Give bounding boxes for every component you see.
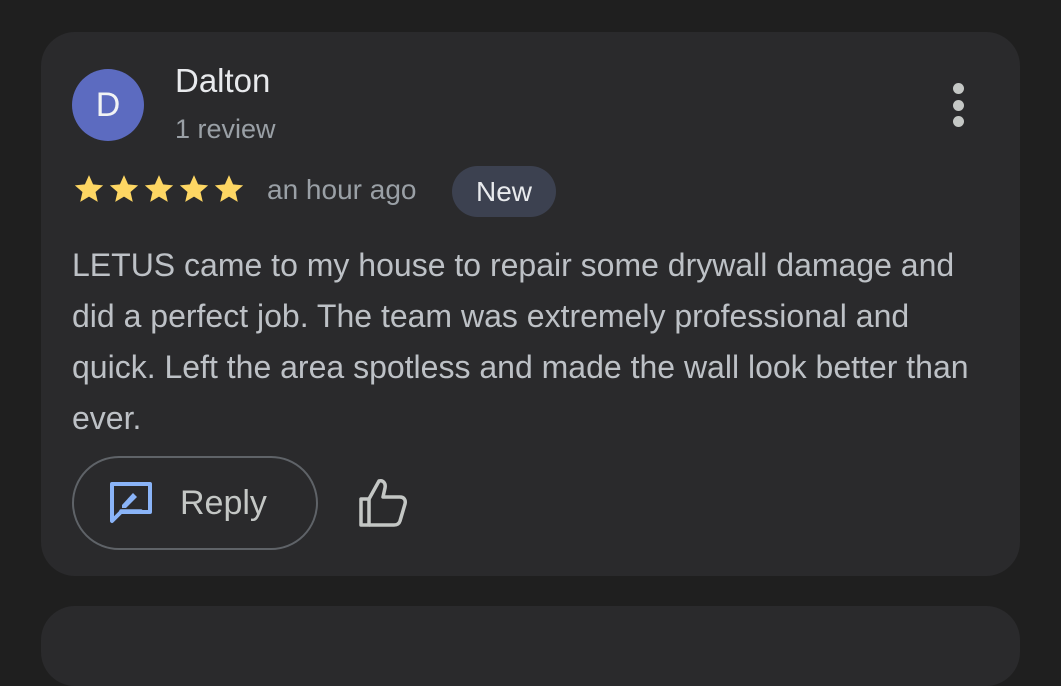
reviewer-name[interactable]: Dalton [175, 62, 270, 100]
more-dot [952, 99, 964, 111]
thumbs-up-icon[interactable] [352, 478, 412, 528]
more-dot [952, 83, 964, 94]
new-badge: New [452, 166, 556, 217]
star-icon [214, 175, 244, 202]
review-time: an hour ago [267, 174, 417, 205]
star-icon [109, 175, 139, 202]
review-card: D Dalton 1 review an hour ago New LETUS … [41, 32, 1020, 576]
reply-icon [110, 482, 152, 523]
more-options-icon[interactable] [938, 80, 978, 130]
review-count: 1 review [175, 114, 276, 144]
reply-label: Reply [180, 483, 267, 522]
review-text: LETUS came to my house to repair some dr… [72, 247, 969, 436]
star-icon [74, 175, 104, 202]
star-icon [179, 175, 209, 202]
next-review-card [41, 606, 1020, 686]
star-icon [144, 175, 174, 202]
reply-button[interactable]: Reply [72, 456, 318, 550]
avatar[interactable]: D [72, 69, 144, 141]
more-dot [952, 116, 964, 127]
star-rating [72, 172, 246, 206]
